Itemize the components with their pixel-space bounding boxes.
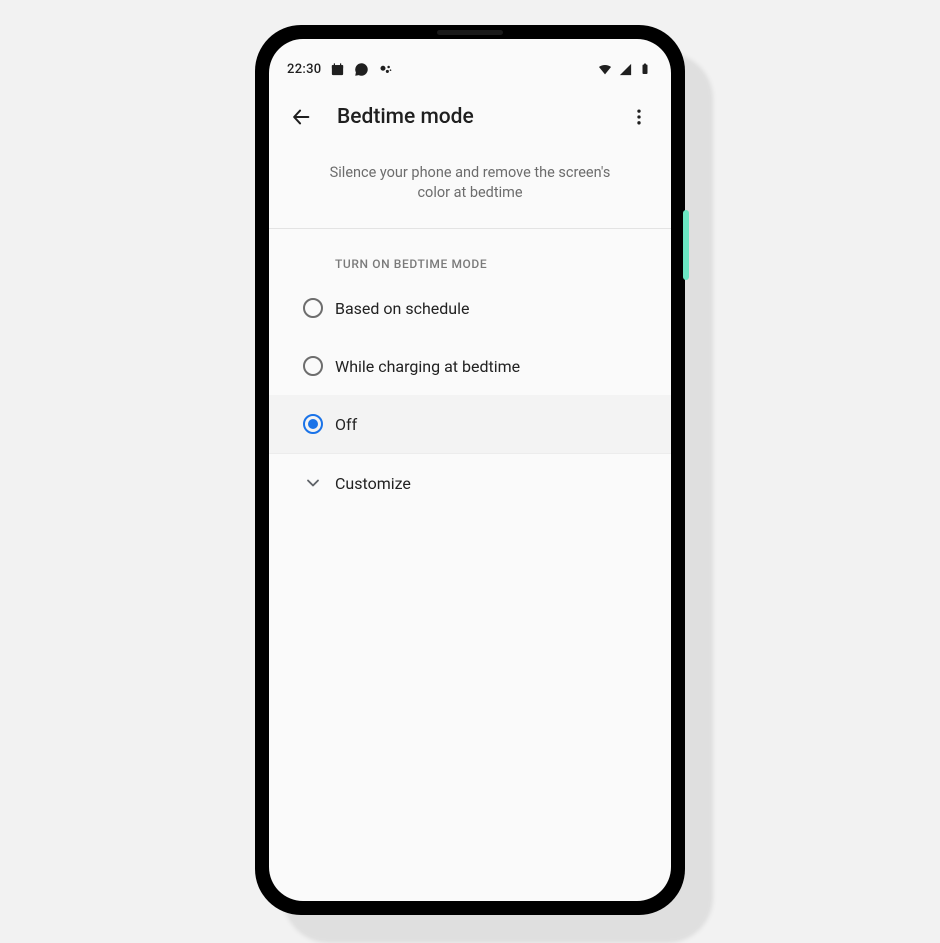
- app-bar: Bedtime mode: [269, 89, 671, 145]
- status-clock: 22:30: [287, 62, 321, 77]
- arrow-left-icon: [290, 106, 312, 128]
- more-vert-icon: [629, 107, 649, 127]
- phone-power-button: [683, 210, 689, 280]
- messages-icon: [353, 61, 369, 77]
- option-label: Off: [335, 415, 357, 434]
- calendar-icon: [329, 61, 345, 77]
- phone-frame: 22:30: [255, 25, 685, 915]
- wifi-icon: [597, 61, 613, 77]
- option-schedule[interactable]: Based on schedule: [269, 279, 671, 337]
- signal-icon: [617, 61, 633, 77]
- status-bar: 22:30: [269, 39, 671, 89]
- overflow-menu-button[interactable]: [617, 95, 661, 139]
- bedtime-mode-options: Based on schedule While charging at bedt…: [269, 279, 671, 453]
- phone-speaker: [437, 30, 503, 35]
- radio-unchecked-icon: [303, 298, 323, 318]
- customize-row[interactable]: Customize: [269, 454, 671, 512]
- option-while-charging[interactable]: While charging at bedtime: [269, 337, 671, 395]
- battery-icon: [637, 61, 653, 77]
- option-off[interactable]: Off: [269, 395, 671, 453]
- back-button[interactable]: [279, 95, 323, 139]
- screen: 22:30: [269, 39, 671, 901]
- page-subtitle: Silence your phone and remove the screen…: [269, 145, 671, 228]
- chevron-down-icon: [303, 473, 323, 493]
- option-label: Based on schedule: [335, 299, 469, 318]
- radio-checked-icon: [303, 414, 323, 434]
- assistant-icon: [377, 61, 393, 77]
- customize-label: Customize: [335, 474, 411, 493]
- section-header: TURN ON BEDTIME MODE: [269, 229, 671, 279]
- radio-unchecked-icon: [303, 356, 323, 376]
- option-label: While charging at bedtime: [335, 357, 520, 376]
- page-title: Bedtime mode: [337, 105, 617, 129]
